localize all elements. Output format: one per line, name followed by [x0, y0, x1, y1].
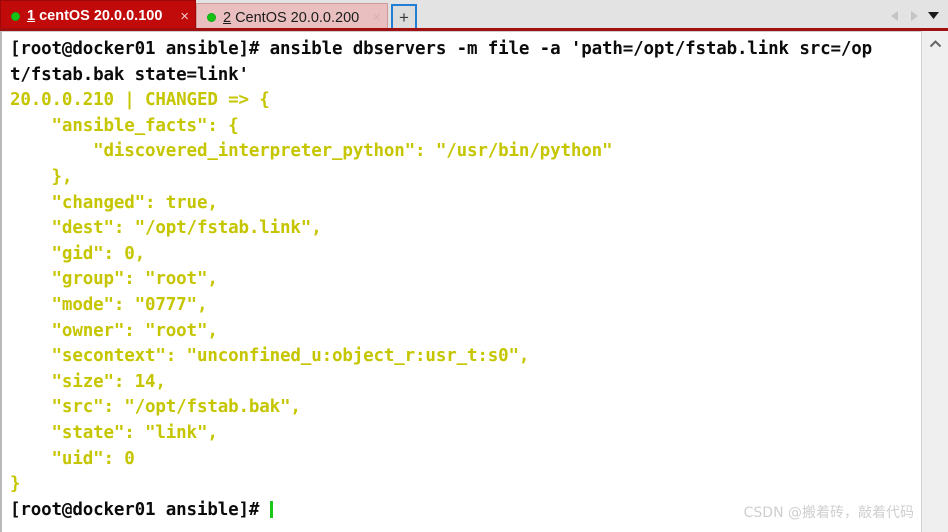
terminal-line: "ansible_facts": {	[10, 115, 239, 136]
tab-centos-20-0-0-100[interactable]: 1 centOS 20.0.0.100 ×	[0, 0, 196, 31]
tab-centos-20-0-0-200[interactable]: 2 CentOS 20.0.0.200 ×	[196, 3, 388, 31]
chevron-up-icon[interactable]	[922, 31, 948, 57]
tab-bar: 1 centOS 20.0.0.100 × 2 CentOS 20.0.0.20…	[0, 0, 948, 31]
terminal-line: "size": 14,	[10, 371, 166, 392]
tab-index-label: 1	[27, 8, 36, 24]
terminal-line: t/fstab.bak state=link'	[10, 64, 249, 85]
terminal-line: "owner": "root",	[10, 320, 218, 341]
terminal-line: [root@docker01 ansible]# ansible dbserve…	[10, 39, 873, 59]
tab-bar-controls	[888, 0, 948, 31]
terminal-line: "mode": "0777",	[10, 294, 208, 315]
terminal-window: 1 centOS 20.0.0.100 × 2 CentOS 20.0.0.20…	[0, 0, 948, 532]
terminal-line: "dest": "/opt/fstab.link",	[10, 218, 322, 239]
terminal-output[interactable]: [root@docker01 ansible]# ansible dbserve…	[0, 31, 921, 532]
terminal-line: },	[10, 166, 73, 187]
terminal-line: "group": "root",	[10, 269, 218, 290]
terminal-line: }	[10, 474, 21, 495]
green-dot-icon	[207, 13, 216, 22]
chevron-left-icon[interactable]	[888, 8, 902, 24]
terminal-prompt-line: [root@docker01 ansible]#	[10, 498, 921, 524]
tab-title-label: CentOS 20.0.0.200	[235, 9, 360, 26]
scrollbar-track[interactable]	[922, 57, 948, 532]
terminal-line: 20.0.0.210 | CHANGED => {	[10, 90, 270, 111]
text-cursor	[269, 500, 273, 518]
close-icon[interactable]: ×	[372, 10, 381, 25]
tab-title-label: centOS 20.0.0.100	[39, 8, 163, 24]
terminal-line: "gid": 0,	[10, 243, 146, 264]
chevron-right-icon[interactable]	[907, 8, 921, 24]
new-tab-button[interactable]: +	[391, 4, 417, 30]
terminal-line: "state": "link",	[10, 422, 218, 443]
terminal-area: [root@docker01 ansible]# ansible dbserve…	[0, 31, 948, 532]
terminal-line: "changed": true,	[10, 192, 218, 213]
terminal-line: "src": "/opt/fstab.bak",	[10, 397, 301, 418]
tab-strip: 1 centOS 20.0.0.100 × 2 CentOS 20.0.0.20…	[0, 0, 417, 31]
close-icon[interactable]: ×	[180, 9, 189, 24]
terminal-line: "uid": 0	[10, 448, 135, 469]
caret-down-icon[interactable]	[926, 8, 940, 24]
prompt-label: [root@docker01 ansible]#	[10, 499, 270, 520]
tab-index-label: 2	[223, 9, 232, 26]
terminal-line: "secontext": "unconfined_u:object_r:usr_…	[10, 346, 530, 367]
terminal-line: "discovered_interpreter_python": "/usr/b…	[10, 141, 613, 162]
vertical-scrollbar[interactable]	[921, 31, 948, 532]
green-dot-icon	[11, 11, 20, 21]
